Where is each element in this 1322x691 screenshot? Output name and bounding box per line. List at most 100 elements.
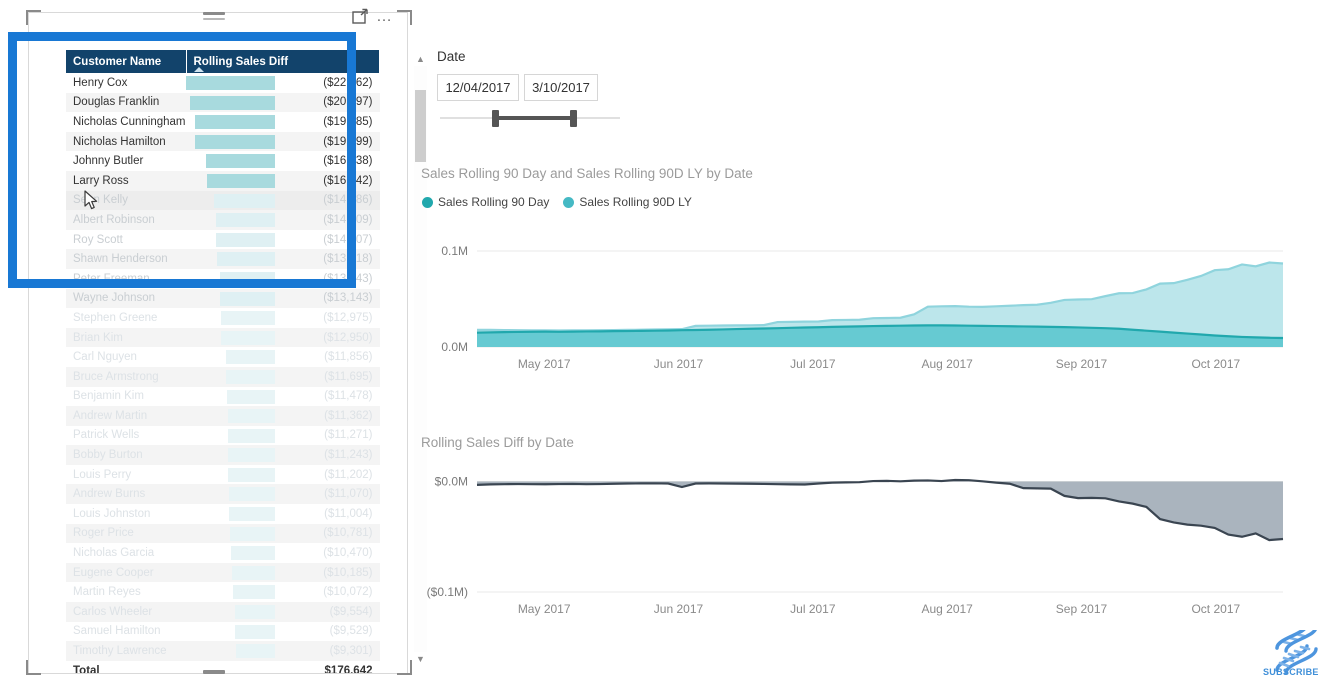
table-row[interactable]: Patrick Wells ($11,271) xyxy=(66,426,380,446)
cell-data-bar xyxy=(186,641,283,661)
cell-rolling-sales-diff: ($9,554) xyxy=(282,602,380,622)
slicer-handle-right[interactable] xyxy=(570,110,577,127)
more-options-icon[interactable]: … xyxy=(376,8,393,24)
cell-customer-name: Albert Robinson xyxy=(66,210,186,230)
slicer-label: Date xyxy=(437,49,466,64)
table-row[interactable]: Roger Price ($10,781) xyxy=(66,523,380,544)
resize-handle-bottom-left[interactable] xyxy=(26,660,41,675)
legend-item-sales-rolling-90d-ly[interactable]: Sales Rolling 90D LY xyxy=(563,195,692,209)
table-row[interactable]: Johnny Butler ($16,638) xyxy=(66,151,380,171)
slicer-handle-left[interactable] xyxy=(492,110,499,127)
data-bar-fill xyxy=(220,271,275,286)
cell-data-bar xyxy=(186,112,283,132)
cell-data-bar xyxy=(186,308,283,328)
resize-handle-top-right[interactable] xyxy=(397,10,412,25)
table-row[interactable]: Bruce Armstrong ($11,695) xyxy=(66,366,380,387)
table-row[interactable]: Louis Perry ($11,202) xyxy=(66,465,380,485)
cell-customer-name: Nicholas Cunningham xyxy=(73,115,186,128)
scroll-up-arrow-icon[interactable]: ▲ xyxy=(414,52,427,66)
table-row[interactable]: Sean Kelly ($14,586) xyxy=(66,190,380,211)
table-row[interactable]: Timothy Lawrence ($9,301) xyxy=(66,641,380,661)
cell-data-bar xyxy=(186,523,283,544)
cell-customer-name: Louis Perry xyxy=(73,468,132,481)
resize-handle-top-secondary[interactable] xyxy=(203,18,225,20)
table-row[interactable]: Nicholas Hamilton ($19,099) xyxy=(66,131,380,152)
table-row[interactable]: Henry Cox ($22,162) xyxy=(66,73,380,93)
resize-handle-bottom[interactable] xyxy=(203,670,225,674)
svg-text:Sep 2017: Sep 2017 xyxy=(1056,602,1108,616)
data-bar-fill xyxy=(227,389,275,404)
cell-data-bar xyxy=(186,92,283,113)
table-row[interactable]: Roy Scott ($14,107) xyxy=(66,230,380,250)
cell-rolling-sales-diff: ($16,638) xyxy=(323,155,373,168)
cell-data-bar xyxy=(186,543,283,563)
column-header-customer-name[interactable]: Customer Name xyxy=(66,50,187,73)
table-row[interactable]: Shawn Henderson ($13,818) xyxy=(66,249,380,269)
legend-item-sales-rolling-90-day[interactable]: Sales Rolling 90 Day xyxy=(422,195,549,209)
cell-data-bar xyxy=(186,151,283,171)
slicer-end-date-input[interactable]: 3/10/2017 xyxy=(524,74,598,101)
legend-label: Sales Rolling 90 Day xyxy=(438,195,550,209)
sales-rolling-area-chart[interactable]: 0.1M 0.0M May 2017 Jun 2017 Jul 2017 Aug 2017… xyxy=(421,244,1301,375)
resize-handle-top-left[interactable] xyxy=(26,10,41,25)
table-row[interactable]: Andrew Martin ($11,362) xyxy=(66,406,380,426)
slicer-start-date-input[interactable]: 12/04/2017 xyxy=(437,74,519,101)
cell-rolling-sales-diff: ($16,442) xyxy=(282,170,380,191)
table-row[interactable]: Albert Robinson ($14,109) xyxy=(66,210,380,230)
svg-text:0.1M: 0.1M xyxy=(441,245,468,258)
cell-customer-name: Carlos Wheeler xyxy=(66,602,186,622)
focus-mode-icon[interactable] xyxy=(352,8,369,25)
cell-data-bar xyxy=(186,131,283,152)
scrollbar-thumb[interactable] xyxy=(415,90,426,162)
table-row[interactable]: Bobby Burton ($11,243) xyxy=(66,445,380,465)
table-row[interactable]: Samuel Hamilton ($9,529) xyxy=(66,622,380,642)
table-row[interactable]: Wayne Johnson ($13,143) xyxy=(66,288,380,309)
resize-handle-top[interactable] xyxy=(203,12,225,15)
cell-data-bar xyxy=(186,249,283,269)
cell-rolling-sales-diff: ($11,243) xyxy=(282,445,380,465)
table-row[interactable]: Benjamin Kim ($11,478) xyxy=(66,387,380,407)
rolling-sales-diff-area-chart[interactable]: $0.0M ($0.1M) May 2017 Jun 2017 Jul 2017 Aug … xyxy=(421,470,1301,620)
table-row[interactable]: Stephen Greene ($12,975) xyxy=(66,308,380,328)
cell-rolling-sales-diff: ($13,143) xyxy=(282,288,380,309)
scroll-down-arrow-icon[interactable]: ▼ xyxy=(414,652,427,666)
cell-rolling-sales-diff: ($11,478) xyxy=(324,390,373,403)
table-row[interactable]: Andrew Burns ($11,070) xyxy=(66,484,380,505)
column-header-rolling-sales-diff[interactable]: Rolling Sales Diff xyxy=(186,50,380,73)
table-row[interactable]: Louis Johnston ($11,004) xyxy=(66,504,380,524)
column-header-label: Rolling Sales Diff xyxy=(193,56,289,68)
data-bar-fill xyxy=(227,409,275,424)
table-row[interactable]: Eugene Cooper ($10,185) xyxy=(66,562,380,583)
customer-table-visual[interactable]: Customer Name Rolling Sales Diff Henry C… xyxy=(28,12,427,674)
svg-text:Jul 2017: Jul 2017 xyxy=(790,602,836,616)
cell-data-bar xyxy=(186,426,283,446)
table-row[interactable]: Carl Nguyen ($11,856) xyxy=(66,347,380,367)
cell-customer-name: Brian Kim xyxy=(66,327,186,348)
table-scroll-area[interactable]: Customer Name Rolling Sales Diff Henry C… xyxy=(66,50,406,674)
table-row[interactable]: Larry Ross ($16,442) xyxy=(66,170,380,191)
legend-label: Sales Rolling 90D LY xyxy=(579,195,692,209)
table-row[interactable]: Carlos Wheeler ($9,554) xyxy=(66,602,380,622)
cell-rolling-sales-diff: ($11,362) xyxy=(282,406,380,426)
slicer-selected-range[interactable] xyxy=(497,116,575,120)
table-row[interactable]: Nicholas Garcia ($10,470) xyxy=(66,543,380,563)
cell-customer-name: Larry Ross xyxy=(66,170,186,191)
cell-rolling-sales-diff: ($19,099) xyxy=(282,131,380,152)
table-row[interactable]: Douglas Franklin ($20,397) xyxy=(66,92,380,113)
table-row[interactable]: Brian Kim ($12,950) xyxy=(66,327,380,348)
rolling-sales-diff-table: Customer Name Rolling Sales Diff Henry C… xyxy=(66,50,380,674)
svg-text:Aug 2017: Aug 2017 xyxy=(921,602,973,616)
cell-rolling-sales-diff: ($11,856) xyxy=(324,351,373,364)
resize-handle-bottom-right[interactable] xyxy=(397,660,412,675)
cell-rolling-sales-diff: ($13,143) xyxy=(323,272,373,285)
data-bar-fill xyxy=(216,232,275,247)
svg-text:Aug 2017: Aug 2017 xyxy=(921,357,973,371)
cell-customer-name: Roger Price xyxy=(66,523,186,544)
svg-text:Jul 2017: Jul 2017 xyxy=(790,357,836,371)
cell-rolling-sales-diff: ($10,072) xyxy=(323,586,373,599)
table-row[interactable]: Nicholas Cunningham ($19,185) xyxy=(66,112,380,132)
data-bar-fill xyxy=(232,565,275,580)
svg-text:0.0M: 0.0M xyxy=(441,340,468,354)
table-row[interactable]: Martin Reyes ($10,072) xyxy=(66,582,380,602)
table-row[interactable]: Peter Freeman ($13,143) xyxy=(66,269,380,289)
